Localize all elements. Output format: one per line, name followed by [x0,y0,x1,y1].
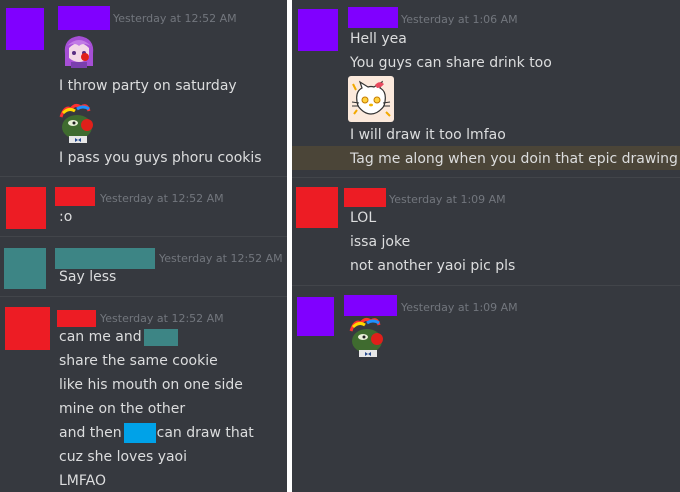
message-timestamp: Yesterday at 12:52 AM [100,192,224,205]
frog-clown-nose-emoji [349,317,389,357]
username-redacted[interactable] [57,310,96,327]
message-text: like his mouth on one side [59,377,243,393]
message-timestamp: Yesterday at 12:52 AM [100,312,224,325]
message-text-segment: can draw that [156,425,254,441]
mention-redacted[interactable] [143,328,178,346]
right-chat-panel: Yesterday at 1:06 AM Hell yea You guys c… [292,0,680,492]
avatar[interactable] [296,187,338,228]
avatar[interactable] [298,9,338,51]
message-text: I will draw it too lmfao [350,127,506,143]
message-text: issa joke [350,234,411,250]
message-timestamp: Yesterday at 1:09 AM [389,193,506,206]
frog-clown-nose-emoji [59,103,99,143]
username-redacted[interactable] [348,7,398,28]
message-timestamp: Yesterday at 1:06 AM [401,13,518,26]
message-text-segment: can me and [59,329,142,345]
message-timestamp: Yesterday at 12:52 AM [159,252,283,265]
message-text-segment: Tag me along when you doin that epic dra… [350,151,678,167]
avatar[interactable] [4,248,46,289]
message-timestamp: Yesterday at 12:52 AM [113,12,237,25]
left-chat-panel: Yesterday at 12:52 AM I throw party on s… [0,0,287,492]
username-redacted[interactable] [344,188,386,207]
message-timestamp: Yesterday at 1:09 AM [401,301,518,314]
message-text: can me and [59,327,178,347]
message-text: Say less [59,269,117,285]
username-redacted[interactable] [58,6,110,30]
hello-kitty-emoji [348,76,394,122]
message-text: and then can draw that [59,423,254,443]
message-divider [292,177,680,178]
message-text: LMFAO [59,473,106,489]
message-text-segment: and then [59,425,122,441]
message-divider [0,176,287,177]
message-text: I throw party on saturday [59,78,237,94]
message-text: cuz she loves yaoi [59,449,188,465]
message-text: Tag me along when you doin that epic dra… [350,149,680,169]
message-text: I pass you guys phoru cookis [59,150,262,166]
message-text: mine on the other [59,401,186,417]
message-text: not another yaoi pic pls [350,258,516,274]
avatar[interactable] [6,187,46,229]
avatar[interactable] [297,297,334,336]
anime-girl-clown-nose-emoji [59,32,99,72]
message-text: Hell yea [350,31,407,47]
message-text: share the same cookie [59,353,218,369]
username-redacted[interactable] [55,248,155,269]
message-divider [0,236,287,237]
username-redacted[interactable] [344,295,397,316]
message-divider [292,285,680,286]
message-text: LOL [350,210,377,226]
username-redacted[interactable] [55,187,95,206]
avatar[interactable] [5,307,50,350]
message-text: You guys can share drink too [350,55,552,71]
mention-redacted[interactable] [123,423,156,443]
avatar[interactable] [6,8,44,50]
message-divider [0,296,287,297]
message-text: :o [59,209,73,225]
